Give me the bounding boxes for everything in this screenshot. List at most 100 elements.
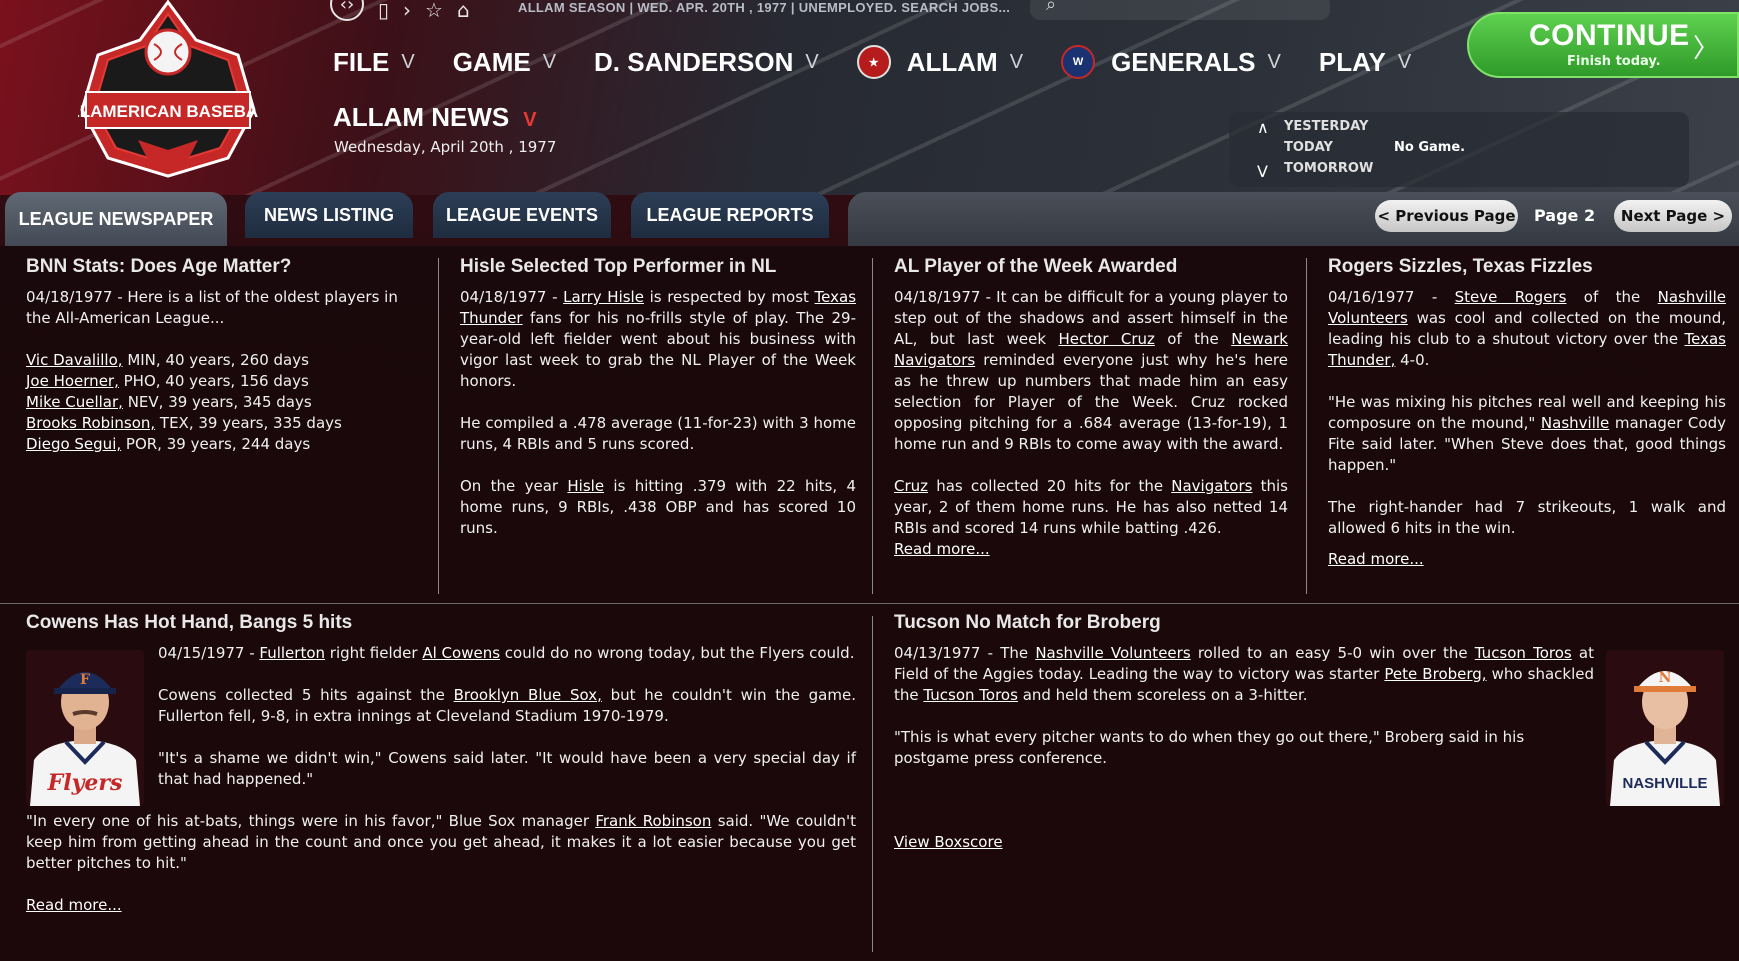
player-info: NEV, 39 years, 345 days [122,393,312,411]
page-number: Page 2 [1534,206,1596,225]
tab-league-newspaper[interactable]: LEAGUE NEWSPAPER [5,192,227,246]
article-title[interactable]: AL Player of the Week Awarded [894,256,1288,277]
list-item: Vic Davalillo, MIN, 40 years, 260 days [26,350,420,371]
back-forward-icon[interactable]: ‹› [330,0,364,21]
article-text: 04/16/1977 - Steve Rogers of the Nashvil… [1328,288,1726,369]
read-more-link[interactable]: Read more... [26,895,122,916]
team-link[interactable]: Nashville Volunteers [1035,644,1190,662]
team-link[interactable]: Navigators [1171,477,1252,495]
article-title[interactable]: Tucson No Match for Broberg [894,612,1594,633]
list-item: Joe Hoerner, PHO, 40 years, 156 days [26,371,420,392]
article-title[interactable]: BNN Stats: Does Age Matter? [26,256,420,277]
next-page-button[interactable]: Next Page > [1614,200,1732,232]
day-navigator: ∧ YESTERDAY TODAY No Game. TOMORROW V [1229,112,1689,187]
chevron-down-icon[interactable]: V [1257,162,1268,181]
article-text: 04/18/1977 - Here is a list of the oldes… [26,288,398,327]
team-link[interactable]: Brooklyn Blue Sox, [454,686,602,704]
newspaper-content: BNN Stats: Does Age Matter? 04/18/1977 -… [0,246,1739,961]
logo-text: ALLAMERICAN BASEBALL [78,102,258,121]
row-divider [0,603,1739,604]
article-text: 04/18/1977 - Larry Hisle is respected by… [460,288,857,390]
team-link[interactable]: Tucson Toros [1475,644,1572,662]
chevron-down-icon: V [1397,50,1412,73]
player-list: Vic Davalillo, MIN, 40 years, 260 days J… [26,350,420,455]
player-link[interactable]: Hector Cruz [1058,330,1154,348]
article-text: Cowens collected 5 hits against the Broo… [158,686,856,725]
page-title-label: ALLAM NEWS [333,102,510,132]
chevron-down-icon: V [542,50,557,73]
home-icon[interactable]: ⌂ [457,0,470,20]
article-title[interactable]: Hisle Selected Top Performer in NL [460,256,856,277]
league-logo[interactable]: ALLAMERICAN BASEBALL [57,0,279,178]
menu-play[interactable]: PLAY V [1319,47,1411,78]
bookmark-icon[interactable]: ▯ [378,0,389,20]
star-icon[interactable]: ☆ [425,0,443,20]
article-oldest-players: BNN Stats: Does Age Matter? 04/18/1977 -… [26,256,420,455]
player-link[interactable]: Larry Hisle [563,288,644,306]
column-divider [1306,258,1307,594]
read-more-link[interactable]: Read more... [894,539,1288,560]
player-link[interactable]: Mike Cuellar, [26,393,123,411]
team-link[interactable]: Fullerton [259,644,325,662]
tab-bar: LEAGUE NEWSPAPER NEWS LISTING LEAGUE EVE… [0,192,1739,246]
article-text: "He was mixing his pitches real well and… [1328,393,1726,474]
player-link[interactable]: Diego Segui, [26,435,121,453]
day-yesterday[interactable]: YESTERDAY [1284,119,1368,134]
page-title[interactable]: ALLAM NEWS V [333,102,537,133]
menu-game[interactable]: GAME V [453,47,556,78]
menu-team[interactable]: W GENERALS V [1061,45,1281,79]
tab-league-reports[interactable]: LEAGUE REPORTS [631,192,829,238]
forward-icon[interactable]: › [403,0,411,20]
player-portrait-cowens[interactable]: Flyers F [26,650,144,806]
manager-link[interactable]: Frank Robinson [595,812,711,830]
menu-league[interactable]: ★ ALLAM V [856,45,1023,79]
player-link[interactable]: Brooks Robinson, [26,414,155,432]
team-link[interactable]: Tucson Toros [923,686,1018,704]
cap-logo: N [1659,670,1672,686]
article-broberg: Tucson No Match for Broberg 04/13/1977 -… [894,612,1594,853]
main-menu: FILE V GAME V D. SANDERSON V ★ ALLAM V W… [333,44,1449,80]
tab-news-listing[interactable]: NEWS LISTING [245,192,413,238]
article-title[interactable]: Cowens Has Hot Hand, Bangs 5 hits [26,612,856,633]
day-tomorrow[interactable]: TOMORROW [1284,161,1373,176]
article-al-player-week: AL Player of the Week Awarded 04/18/1977… [894,256,1288,560]
jersey-text: NASHVILLE [1622,775,1707,792]
article-text: Cruz has collected 20 hits for the Navig… [894,477,1288,537]
menu-team-label: GENERALS [1111,46,1256,77]
header: ALLAMERICAN BASEBALL ‹› ▯ › ☆ ⌂ ALLAM SE… [0,0,1739,195]
continue-subtitle: Finish today. [1567,54,1661,69]
article-text: 04/13/1977 - The Nashville Volunteers ro… [894,644,1595,704]
player-link[interactable]: Joe Hoerner, [26,372,119,390]
team-link[interactable]: Nashville [1541,414,1609,432]
view-boxscore-link[interactable]: View Boxscore [894,832,1003,853]
player-info: TEX, 39 years, 335 days [155,414,342,432]
continue-button[interactable]: CONTINUE Finish today. 〉 [1467,12,1739,78]
chevron-right-icon: 〉 [1692,34,1719,64]
player-link[interactable]: Cruz [894,477,928,495]
status-text[interactable]: ALLAM SEASON | WED. APR. 20TH , 1977 | U… [518,0,1010,15]
player-link[interactable]: Hisle [567,477,604,495]
menu-file[interactable]: FILE V [333,47,415,78]
article-text: "It's a shame we didn't win," Cowens sai… [158,749,856,788]
player-link[interactable]: Al Cowens [422,644,500,662]
list-item: Diego Segui, POR, 39 years, 244 days [26,434,420,455]
menu-league-label: ALLAM [906,46,998,77]
jersey-text: Flyers [47,770,123,796]
tab-league-events[interactable]: LEAGUE EVENTS [433,192,611,238]
menu-manager[interactable]: D. SANDERSON V [594,47,819,78]
chevron-down-icon: V [805,50,819,73]
player-portrait-broberg[interactable]: NASHVILLE N [1606,650,1724,806]
previous-page-button[interactable]: < Previous Page [1375,200,1518,232]
player-link[interactable]: Steve Rogers [1455,288,1567,306]
player-link[interactable]: Vic Davalillo, [26,351,123,369]
search-icon[interactable]: ⌕ [1046,0,1056,15]
search-input[interactable]: ⌕ [1030,0,1330,20]
read-more-link[interactable]: Read more... [1328,549,1726,570]
chevron-up-icon[interactable]: ∧ [1257,118,1269,137]
article-title[interactable]: Rogers Sizzles, Texas Fizzles [1328,256,1726,277]
day-today[interactable]: TODAY [1284,140,1333,155]
player-link[interactable]: Pete Broberg, [1384,665,1486,683]
chevron-down-icon: V [401,50,415,73]
player-info: MIN, 40 years, 260 days [122,351,309,369]
column-divider [438,258,439,594]
